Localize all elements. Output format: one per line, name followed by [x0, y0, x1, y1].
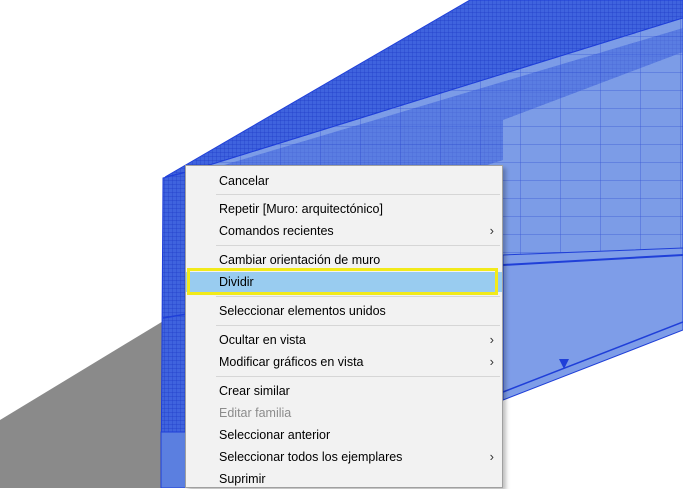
- menu-item-editar-familia: Editar familia: [186, 403, 502, 423]
- menu-item-label: Crear similar: [219, 384, 290, 398]
- menu-item-ocultar-en-vista[interactable]: Ocultar en vista ›: [186, 330, 502, 350]
- menu-item-label: Seleccionar todos los ejemplares: [219, 450, 403, 464]
- chevron-right-icon: ›: [489, 223, 494, 238]
- menu-item-cambiar-orientacion[interactable]: Cambiar orientación de muro: [186, 250, 502, 270]
- menu-item-label: Repetir [Muro: arquitectónico]: [219, 202, 383, 216]
- menu-item-seleccionar-anterior[interactable]: Seleccionar anterior: [186, 425, 502, 445]
- menu-item-repetir[interactable]: Repetir [Muro: arquitectónico]: [186, 199, 502, 219]
- menu-item-label: Modificar gráficos en vista: [219, 355, 364, 369]
- highlight-callout: [187, 268, 498, 295]
- menu-separator: [216, 296, 500, 297]
- menu-item-modificar-graficos[interactable]: Modificar gráficos en vista ›: [186, 352, 502, 372]
- ground-shadow: [0, 320, 165, 488]
- chevron-right-icon: ›: [489, 354, 494, 369]
- chevron-right-icon: ›: [489, 449, 494, 464]
- menu-item-label: Editar familia: [219, 406, 292, 420]
- menu-item-label: Comandos recientes: [219, 224, 334, 238]
- context-menu: Cancelar Repetir [Muro: arquitectónico] …: [185, 165, 503, 488]
- menu-item-comandos-recientes[interactable]: Comandos recientes ›: [186, 221, 502, 241]
- menu-separator: [216, 245, 500, 246]
- menu-item-seleccionar-elementos-unidos[interactable]: Seleccionar elementos unidos: [186, 301, 502, 321]
- menu-item-seleccionar-todos[interactable]: Seleccionar todos los ejemplares ›: [186, 447, 502, 467]
- menu-separator: [216, 194, 500, 195]
- wall-base-band: [160, 431, 188, 488]
- menu-item-label: Cambiar orientación de muro: [219, 253, 381, 267]
- chevron-right-icon: ›: [489, 332, 494, 347]
- menu-separator: [216, 325, 500, 326]
- menu-item-suprimir[interactable]: Suprimir: [186, 469, 502, 489]
- menu-item-crear-similar[interactable]: Crear similar: [186, 381, 502, 401]
- menu-item-label: Suprimir: [219, 472, 266, 486]
- menu-item-cancelar[interactable]: Cancelar: [186, 171, 502, 191]
- wall-lower-face: [502, 247, 683, 401]
- menu-item-label: Seleccionar anterior: [219, 428, 331, 442]
- menu-separator: [216, 376, 500, 377]
- menu-item-label: Cancelar: [219, 174, 270, 188]
- menu-item-label: Ocultar en vista: [219, 333, 306, 347]
- menu-item-label: Seleccionar elementos unidos: [219, 304, 386, 318]
